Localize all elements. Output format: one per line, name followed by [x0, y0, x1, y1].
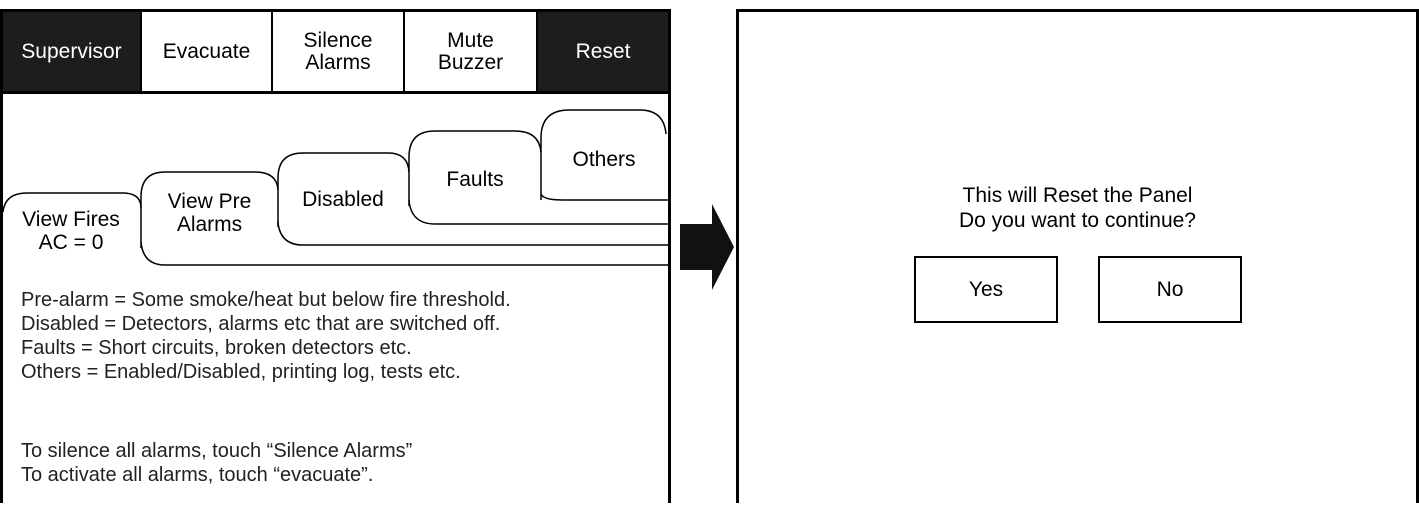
- description-disabled: Disabled = Detectors, alarms etc that ar…: [21, 313, 501, 335]
- tab-faults[interactable]: Faults: [411, 168, 539, 191]
- no-button[interactable]: No: [1098, 256, 1242, 323]
- right-arrow-icon: [680, 204, 734, 290]
- reset-message-line1: This will Reset the Panel: [962, 184, 1193, 207]
- description-faults: Faults = Short circuits, broken detector…: [21, 337, 412, 359]
- tab-others[interactable]: Others: [542, 148, 666, 171]
- description-pre-alarm: Pre-alarm = Some smoke/heat but below fi…: [21, 289, 511, 311]
- description-others: Others = Enabled/Disabled, printing log,…: [21, 361, 461, 383]
- tab-view-pre-alarms[interactable]: View Pre Alarms: [143, 190, 276, 236]
- tab-disabled[interactable]: Disabled: [279, 188, 407, 211]
- tab-view-fires[interactable]: View Fires AC = 0: [3, 208, 139, 254]
- panel-main-screen: Supervisor Evacuate Silence Alarms Mute …: [0, 9, 671, 503]
- reset-message-line2: Do you want to continue?: [959, 209, 1196, 232]
- yes-button[interactable]: Yes: [914, 256, 1058, 323]
- instruction-evacuate: To activate all alarms, touch “evacuate”…: [21, 464, 374, 486]
- panel-reset-confirmation: This will Reset the Panel Do you want to…: [736, 9, 1419, 503]
- tab-strip: [3, 109, 668, 266]
- instruction-silence: To silence all alarms, touch “Silence Al…: [21, 440, 413, 462]
